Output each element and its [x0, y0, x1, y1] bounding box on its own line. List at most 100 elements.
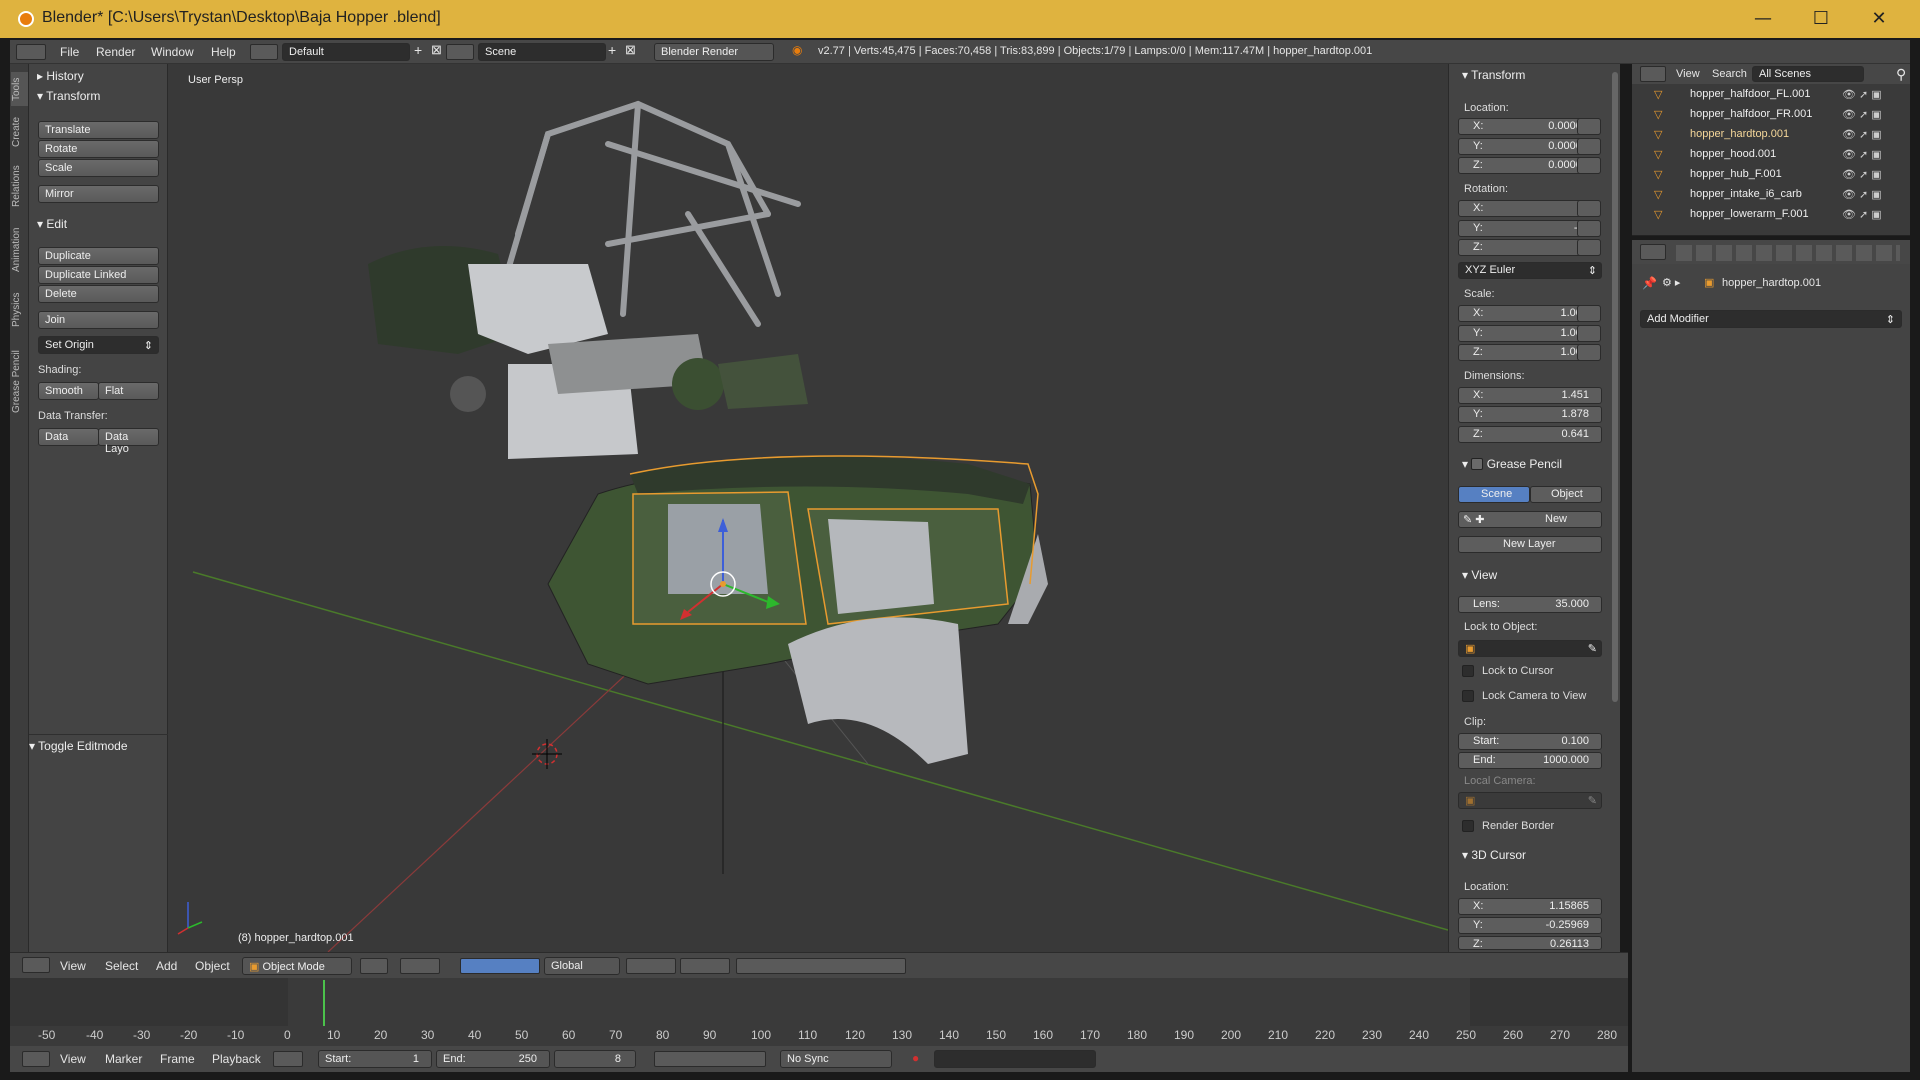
lens-field[interactable]: Lens: 35.000: [1458, 596, 1602, 613]
rotation-mode-select[interactable]: XYZ Euler ⇕: [1458, 262, 1602, 279]
close-button[interactable]: ✕: [1856, 4, 1902, 34]
data-button[interactable]: Data: [38, 428, 99, 446]
maximize-button[interactable]: ☐: [1798, 4, 1844, 34]
properties-editor-icon[interactable]: [1640, 244, 1666, 260]
rotate-button[interactable]: Rotate: [38, 140, 159, 158]
lock-to-cursor-checkbox[interactable]: [1462, 665, 1474, 677]
tab-grease-pencil[interactable]: Grease Pencil: [11, 340, 28, 424]
3d-cursor-header[interactable]: ▾ 3D Cursor: [1462, 848, 1526, 862]
layer-buttons[interactable]: [626, 958, 676, 974]
timeline-menu-view[interactable]: View: [60, 1052, 86, 1066]
set-origin-select[interactable]: Set Origin ⇕: [38, 336, 159, 354]
minimize-button[interactable]: —: [1740, 4, 1786, 34]
mirror-button[interactable]: Mirror: [38, 185, 159, 203]
lock-location-z-icon[interactable]: [1577, 157, 1601, 174]
gp-scene-button[interactable]: Scene: [1458, 486, 1530, 503]
duplicate-button[interactable]: Duplicate: [38, 247, 159, 265]
snap-and-render-icons[interactable]: [736, 958, 906, 974]
interaction-mode-select[interactable]: ▣ Object Mode: [242, 957, 352, 975]
menu-file[interactable]: File: [60, 45, 79, 59]
transform-orientation-select[interactable]: Global: [544, 957, 620, 975]
current-frame-marker[interactable]: [323, 980, 325, 1026]
tab-create[interactable]: Create: [11, 112, 28, 152]
3d-view-editor-icon[interactable]: [22, 957, 50, 973]
scene-canvas[interactable]: [168, 64, 1448, 952]
toggle-editmode-panel-header[interactable]: ▾ Toggle Editmode: [21, 736, 160, 756]
n-transform-header[interactable]: ▾ Transform: [1462, 68, 1525, 82]
timeline-editor-icon[interactable]: [22, 1051, 50, 1067]
menu-help[interactable]: Help: [211, 45, 236, 59]
duplicate-linked-button[interactable]: Duplicate Linked: [38, 266, 159, 284]
render-engine-select[interactable]: Blender Render: [654, 43, 774, 61]
add-scene-icon[interactable]: +: [608, 42, 616, 58]
grease-pencil-header[interactable]: ▾ Grease Pencil: [1462, 456, 1562, 471]
end-frame-field[interactable]: End: 250: [436, 1050, 550, 1068]
record-icon[interactable]: ●: [912, 1051, 919, 1065]
outliner-row[interactable]: ▽ hopper_halfdoor_FL.001 👁 ➚ ▣: [1632, 88, 1910, 108]
cursor-z-field[interactable]: Z: 0.26113: [1458, 936, 1602, 950]
timeline-menu-frame[interactable]: Frame: [160, 1052, 195, 1066]
preview-range-icon[interactable]: [273, 1051, 303, 1067]
lock-rotation-z-icon[interactable]: [1577, 239, 1601, 256]
gp-new-layer-button[interactable]: New Layer: [1458, 536, 1602, 553]
delete-button[interactable]: Delete: [38, 285, 159, 303]
gp-object-button[interactable]: Object: [1530, 486, 1602, 503]
display-mode-select[interactable]: All Scenes: [1752, 66, 1864, 82]
current-frame-field[interactable]: 8: [554, 1050, 636, 1068]
outliner-row[interactable]: ▽ hopper_hood.001 👁 ➚ ▣: [1632, 148, 1910, 168]
outliner-row[interactable]: ▽ hopper_halfdoor_FR.001 👁 ➚ ▣: [1632, 108, 1910, 128]
cursor-x-field[interactable]: X: 1.15865: [1458, 898, 1602, 915]
local-camera-field[interactable]: ▣ ✎: [1458, 792, 1602, 809]
remove-scene-icon[interactable]: ⊠: [625, 42, 636, 58]
menu-window[interactable]: Window: [151, 45, 194, 59]
lock-object-field[interactable]: ▣ ✎: [1458, 640, 1602, 657]
context-icon[interactable]: ⚙ ▸: [1662, 276, 1680, 289]
tab-physics[interactable]: Physics: [11, 286, 28, 334]
menu-select[interactable]: Select: [105, 959, 138, 973]
3d-viewport[interactable]: User Persp (8) hopper_hardtop.001: [168, 64, 1448, 952]
pivot-point-icon[interactable]: [400, 958, 440, 974]
lock-scale-z-icon[interactable]: [1577, 344, 1601, 361]
outliner-row[interactable]: ▽ hopper_intake_i6_carb 👁 ➚ ▣: [1632, 188, 1910, 208]
menu-object[interactable]: Object: [195, 959, 230, 973]
tab-tools[interactable]: Tools: [11, 72, 28, 106]
timeline-menu-marker[interactable]: Marker: [105, 1052, 142, 1066]
cursor-y-field[interactable]: Y: -0.25969: [1458, 917, 1602, 934]
properties-context-tabs[interactable]: [1676, 245, 1900, 261]
outliner-row-selected[interactable]: ▽ hopper_hardtop.001 👁 ➚ ▣: [1632, 128, 1910, 148]
lock-location-y-icon[interactable]: [1577, 138, 1601, 155]
layer-buttons-2[interactable]: [680, 958, 730, 974]
tab-relations[interactable]: Relations: [11, 158, 28, 214]
lock-rotation-y-icon[interactable]: [1577, 220, 1601, 237]
menu-view[interactable]: View: [60, 959, 86, 973]
lock-camera-checkbox[interactable]: [1462, 690, 1474, 702]
lock-scale-y-icon[interactable]: [1577, 325, 1601, 342]
pin-icon[interactable]: 📌: [1642, 276, 1657, 290]
data-layout-button[interactable]: Data Layo: [98, 428, 159, 455]
render-border-checkbox[interactable]: [1462, 820, 1474, 832]
sync-mode-select[interactable]: No Sync: [780, 1050, 892, 1068]
view-panel-header[interactable]: ▾ View: [1462, 568, 1497, 582]
menu-add[interactable]: Add: [156, 959, 177, 973]
add-modifier-select[interactable]: Add Modifier ⇕: [1640, 310, 1902, 328]
outliner-editor-icon[interactable]: [1640, 66, 1666, 82]
dimension-y-field[interactable]: Y: 1.878: [1458, 406, 1602, 423]
translate-button[interactable]: Translate: [38, 121, 159, 139]
playback-controls[interactable]: [654, 1051, 766, 1067]
scale-button[interactable]: Scale: [38, 159, 159, 177]
outliner-view-menu[interactable]: View: [1676, 68, 1700, 80]
scene-field[interactable]: Scene: [478, 43, 606, 61]
start-frame-field[interactable]: Start: 1: [318, 1050, 432, 1068]
lock-location-x-icon[interactable]: [1577, 118, 1601, 135]
clip-start-field[interactable]: Start: 0.100: [1458, 733, 1602, 750]
outliner-row[interactable]: ▽ hopper_hub_F.001 👁 ➚ ▣: [1632, 168, 1910, 188]
menu-render[interactable]: Render: [96, 45, 135, 59]
smooth-button[interactable]: Smooth: [38, 382, 99, 400]
timeline[interactable]: [10, 978, 1628, 1056]
edit-panel-header[interactable]: ▾ Edit: [29, 214, 168, 234]
outliner-search-icon[interactable]: ⚲: [1896, 66, 1906, 83]
viewport-shading-icon[interactable]: [360, 958, 388, 974]
n-panel-scrollbar[interactable]: [1612, 72, 1618, 702]
gp-new-button[interactable]: ✎ ✚ New: [1458, 511, 1602, 528]
outliner-search-menu[interactable]: Search: [1712, 68, 1747, 80]
